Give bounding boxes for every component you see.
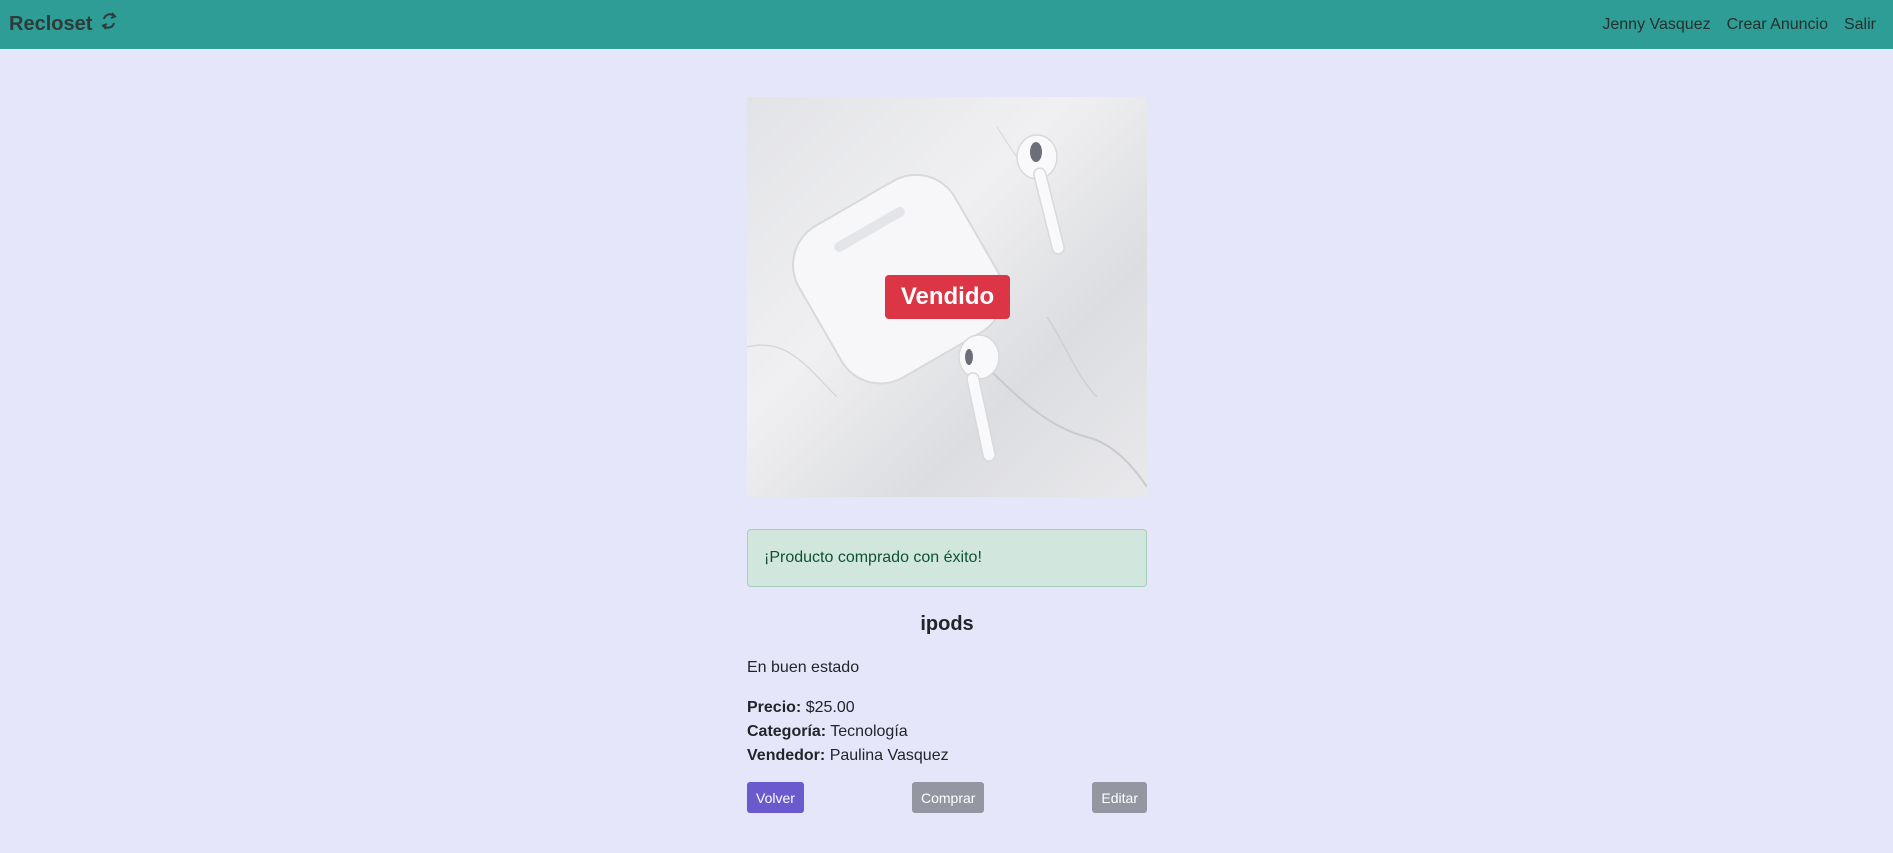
product-title: ipods bbox=[920, 613, 974, 635]
product-description: En buen estado bbox=[747, 659, 860, 676]
success-alert: ¡Producto comprado con éxito! bbox=[747, 529, 1147, 587]
category-value: Tecnología bbox=[830, 723, 908, 740]
buy-button[interactable]: Comprar bbox=[912, 782, 985, 813]
product-image: Vendido bbox=[747, 97, 1147, 497]
brand-link[interactable]: Recloset bbox=[9, 10, 119, 36]
nav-logout-link[interactable]: Salir bbox=[1844, 16, 1876, 34]
sold-badge: Vendido bbox=[885, 275, 1010, 319]
nav-user-link[interactable]: Jenny Vasquez bbox=[1602, 16, 1710, 34]
product-detail: Vendido ¡Producto comprado con éxito! ip… bbox=[747, 97, 1147, 813]
back-button[interactable]: Volver bbox=[747, 782, 804, 813]
category-row: Categoría: Tecnología bbox=[747, 720, 1147, 744]
product-details: Precio: $25.00 Categoría: Tecnología Ven… bbox=[747, 696, 1147, 768]
category-label: Categoría: bbox=[747, 723, 827, 740]
price-label: Precio: bbox=[747, 699, 802, 716]
seller-row: Vendedor: Paulina Vasquez bbox=[747, 744, 1147, 768]
price-row: Precio: $25.00 bbox=[747, 696, 1147, 720]
edit-button[interactable]: Editar bbox=[1092, 782, 1147, 813]
seller-label: Vendedor: bbox=[747, 747, 826, 764]
price-value: $25.00 bbox=[805, 699, 855, 716]
brand-name: Recloset bbox=[9, 13, 93, 35]
seller-value: Paulina Vasquez bbox=[829, 747, 949, 764]
action-buttons: Volver Comprar Editar bbox=[747, 782, 1147, 813]
nav-create-listing-link[interactable]: Crear Anuncio bbox=[1727, 16, 1828, 34]
nav-links: Jenny Vasquez Crear Anuncio Salir bbox=[1602, 16, 1876, 34]
navbar: Recloset Jenny Vasquez Crear Anuncio Sal… bbox=[0, 0, 1893, 49]
recycle-icon bbox=[99, 10, 119, 32]
